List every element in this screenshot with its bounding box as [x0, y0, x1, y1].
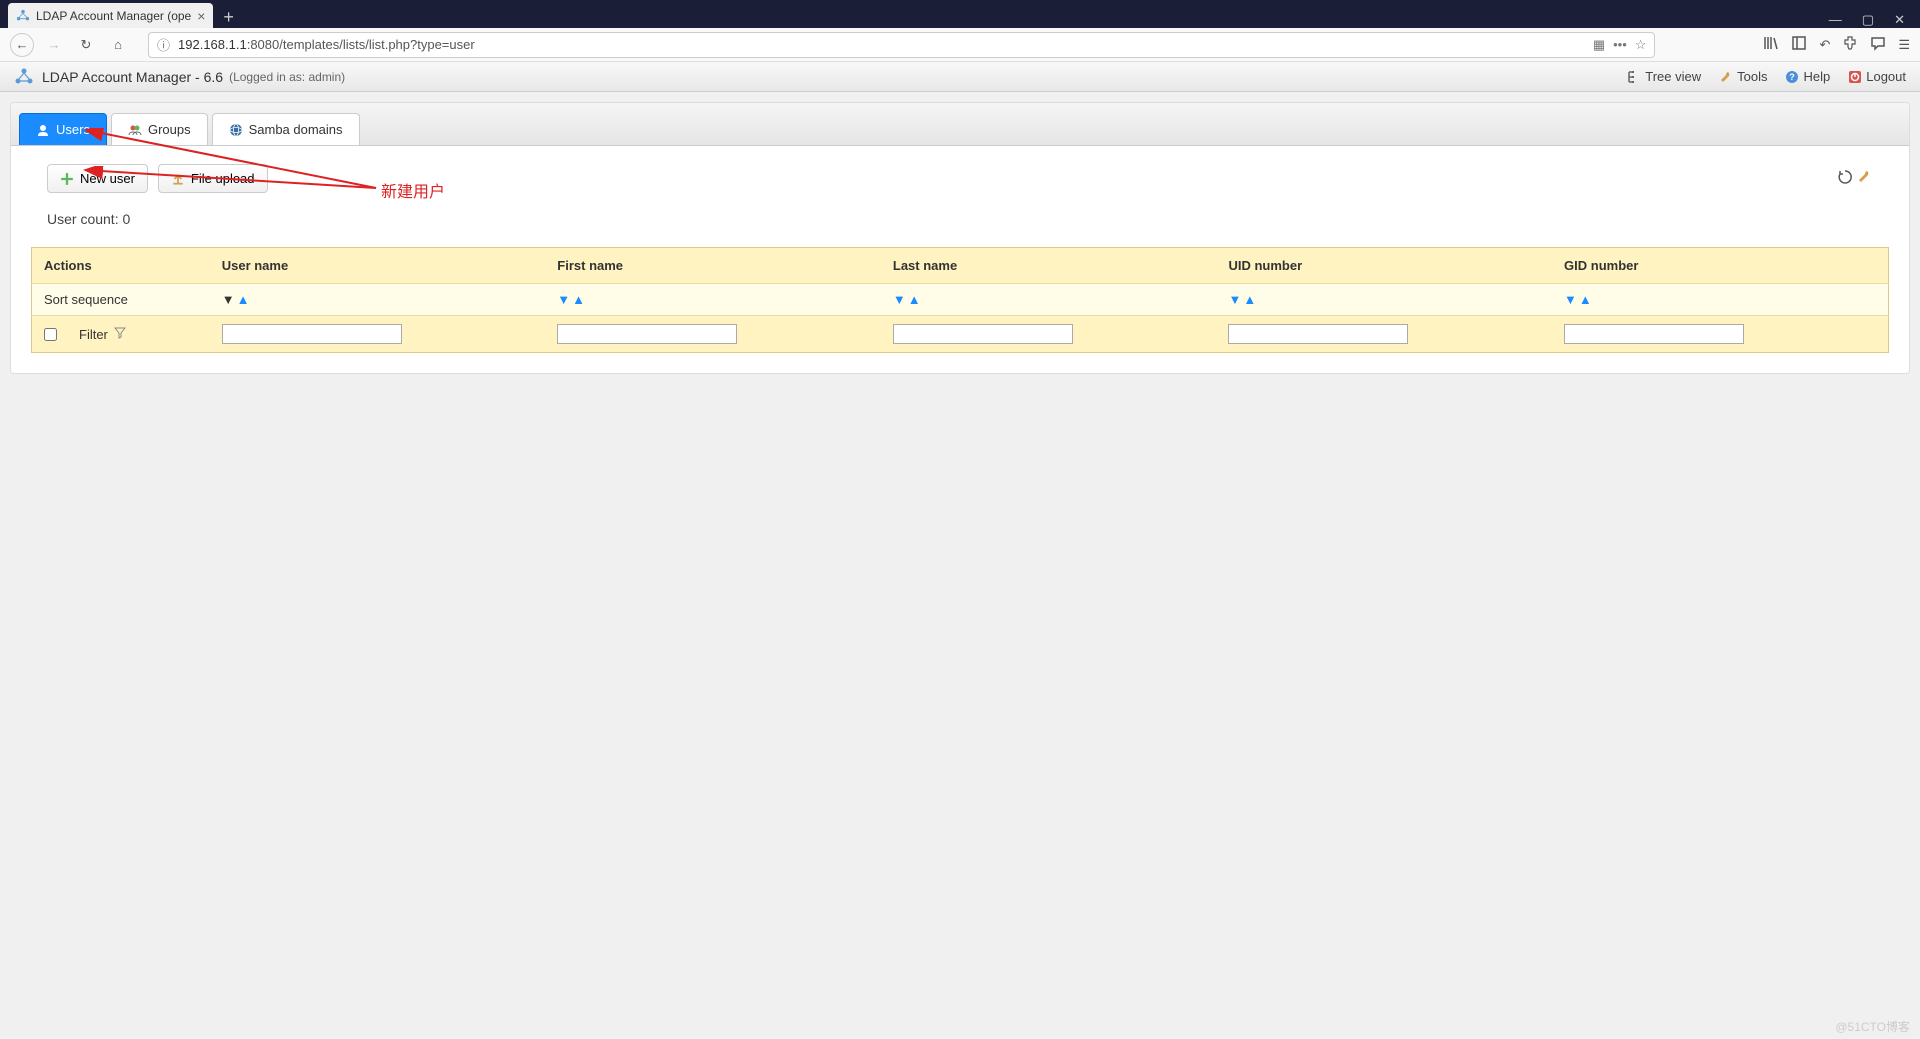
sort-asc-icon[interactable]: ▲	[1243, 292, 1256, 307]
select-all-checkbox[interactable]	[44, 328, 57, 341]
sort-desc-icon[interactable]: ▼	[1228, 292, 1241, 307]
group-icon	[128, 123, 142, 137]
sort-asc-icon[interactable]: ▲	[237, 292, 250, 307]
nav-forward-icon[interactable]: →	[42, 33, 66, 57]
browser-tab-strip: LDAP Account Manager (ope × + — ▢ ✕	[0, 0, 1920, 28]
main-panel: Users Groups Samba domains New user	[10, 102, 1910, 374]
new-user-button[interactable]: New user	[47, 164, 148, 193]
library-icon[interactable]	[1763, 35, 1779, 54]
tab-groups[interactable]: Groups	[111, 113, 208, 145]
filter-row: Filter	[32, 316, 1889, 353]
th-uid[interactable]: UID number	[1216, 248, 1552, 284]
user-icon	[36, 123, 50, 137]
logout-icon	[1848, 70, 1862, 84]
filter-username-input[interactable]	[222, 324, 402, 344]
filter-gid-input[interactable]	[1564, 324, 1744, 344]
upload-icon	[171, 172, 185, 186]
nav-back-icon[interactable]: ←	[10, 33, 34, 57]
users-table: Actions User name First name Last name U…	[31, 247, 1889, 353]
nav-home-icon[interactable]: ⌂	[106, 33, 130, 57]
app-logo-icon	[14, 67, 34, 87]
filter-lastname-input[interactable]	[893, 324, 1073, 344]
sort-desc-icon[interactable]: ▼	[893, 292, 906, 307]
type-tabs: Users Groups Samba domains	[11, 103, 1909, 146]
sort-desc-icon[interactable]: ▼	[1564, 292, 1577, 307]
filter-firstname-input[interactable]	[557, 324, 737, 344]
sort-asc-icon[interactable]: ▲	[572, 292, 585, 307]
help-link[interactable]: ?Help	[1785, 69, 1830, 84]
undo-icon[interactable]: ↶	[1819, 37, 1830, 53]
login-status: (Logged in as: admin)	[229, 70, 345, 84]
addon-icon[interactable]	[1842, 35, 1858, 54]
app-header: LDAP Account Manager - 6.6 (Logged in as…	[0, 62, 1920, 92]
nav-reload-icon[interactable]: ↻	[74, 33, 98, 57]
tab-close-icon[interactable]: ×	[197, 8, 205, 24]
url-bar[interactable]: ⓘ 192.168.1.1:8080/templates/lists/list.…	[148, 32, 1655, 58]
treeview-link[interactable]: Tree view	[1627, 69, 1701, 84]
tab-users[interactable]: Users	[19, 113, 107, 145]
th-actions[interactable]: Actions	[32, 248, 210, 284]
browser-tab[interactable]: LDAP Account Manager (ope ×	[8, 3, 213, 28]
tab-title: LDAP Account Manager (ope	[36, 9, 191, 23]
tab-favicon-icon	[16, 9, 30, 23]
th-username[interactable]: User name	[210, 248, 546, 284]
refresh-icon[interactable]	[1837, 169, 1853, 188]
sort-row: Sort sequence ▼▲ ▼▲ ▼▲ ▼▲ ▼▲	[32, 284, 1889, 316]
sort-desc-icon[interactable]: ▼	[222, 292, 235, 307]
window-close-icon[interactable]: ✕	[1894, 12, 1905, 28]
window-maximize-icon[interactable]: ▢	[1862, 12, 1874, 28]
sort-desc-icon[interactable]: ▼	[557, 292, 570, 307]
filter-icon[interactable]	[114, 327, 126, 342]
filter-uid-input[interactable]	[1228, 324, 1408, 344]
menu-icon[interactable]: ☰	[1898, 37, 1910, 53]
file-upload-button[interactable]: File upload	[158, 164, 268, 193]
url-text: 192.168.1.1:8080/templates/lists/list.ph…	[178, 37, 1585, 52]
browser-toolbar: ← → ↻ ⌂ ⓘ 192.168.1.1:8080/templates/lis…	[0, 28, 1920, 62]
plus-icon	[60, 172, 74, 186]
svg-text:?: ?	[1790, 72, 1796, 82]
th-gid[interactable]: GID number	[1552, 248, 1888, 284]
chat-icon[interactable]	[1870, 35, 1886, 54]
tools-link[interactable]: Tools	[1719, 69, 1767, 84]
user-count-label: User count: 0	[11, 205, 1909, 247]
tree-icon	[1627, 70, 1641, 84]
wrench-icon	[1719, 70, 1733, 84]
sort-asc-icon[interactable]: ▲	[1579, 292, 1592, 307]
tab-samba[interactable]: Samba domains	[212, 113, 360, 145]
filter-label-text: Filter	[79, 327, 108, 342]
th-firstname[interactable]: First name	[545, 248, 881, 284]
globe-icon	[229, 123, 243, 137]
new-tab-button[interactable]: +	[213, 7, 244, 28]
qr-icon[interactable]: ▦	[1593, 37, 1605, 53]
window-minimize-icon[interactable]: —	[1829, 12, 1842, 28]
bookmark-icon[interactable]: ☆	[1635, 37, 1647, 53]
sidebar-icon[interactable]	[1791, 35, 1807, 54]
annotation-text: 新建用户	[381, 178, 445, 202]
logout-link[interactable]: Logout	[1848, 69, 1906, 84]
sort-label: Sort sequence	[32, 284, 210, 316]
app-title: LDAP Account Manager - 6.6	[42, 69, 223, 85]
info-icon[interactable]: ⓘ	[157, 35, 170, 54]
more-icon[interactable]: •••	[1613, 37, 1627, 52]
sort-asc-icon[interactable]: ▲	[908, 292, 921, 307]
settings-icon[interactable]	[1857, 169, 1873, 188]
th-lastname[interactable]: Last name	[881, 248, 1217, 284]
window-controls: — ▢ ✕	[1814, 12, 1920, 28]
watermark: @51CTO博客	[1835, 1018, 1910, 1035]
help-icon: ?	[1785, 70, 1799, 84]
